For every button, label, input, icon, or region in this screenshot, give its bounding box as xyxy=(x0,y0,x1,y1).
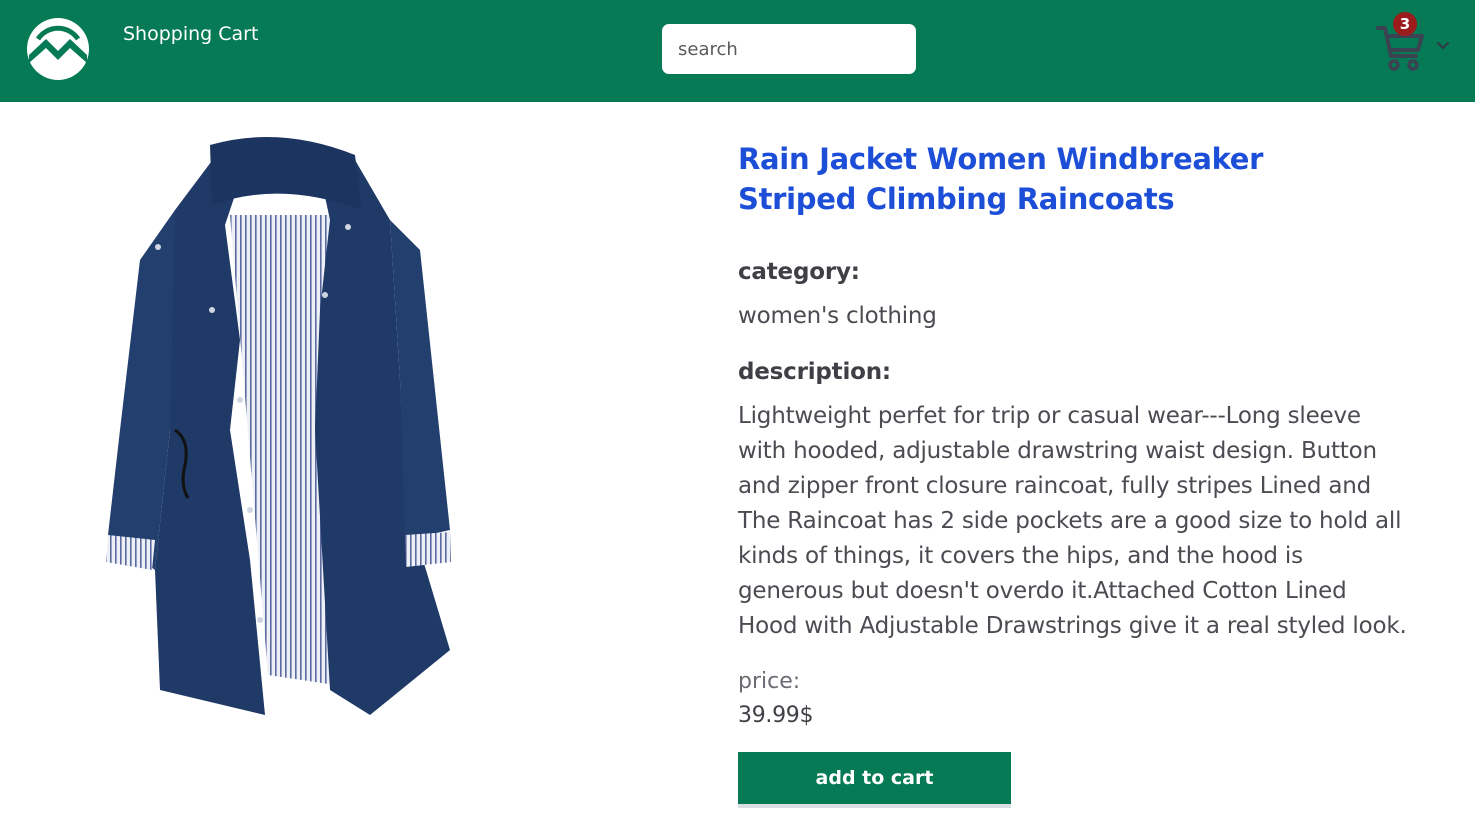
top-navbar: Shopping Cart 3 xyxy=(0,0,1475,102)
logo-icon[interactable] xyxy=(26,17,90,81)
price-label: price: xyxy=(738,669,801,694)
chevron-down-icon[interactable] xyxy=(1437,42,1449,50)
product-image xyxy=(106,137,451,715)
cart-button[interactable]: 3 xyxy=(1376,12,1456,76)
description-label: description: xyxy=(738,359,891,385)
add-to-cart-button[interactable]: add to cart xyxy=(738,752,1011,804)
category-value: women's clothing xyxy=(738,303,937,329)
price-value: 39.99$ xyxy=(738,703,814,728)
description-text: Lightweight perfet for trip or casual we… xyxy=(738,403,1407,639)
category-label: category: xyxy=(738,259,860,285)
product-title: Rain Jacket Women Windbreaker Striped Cl… xyxy=(738,142,1264,216)
brand-title[interactable]: Shopping Cart xyxy=(123,22,258,46)
cart-count-badge: 3 xyxy=(1393,12,1417,36)
search-input[interactable] xyxy=(662,24,916,74)
